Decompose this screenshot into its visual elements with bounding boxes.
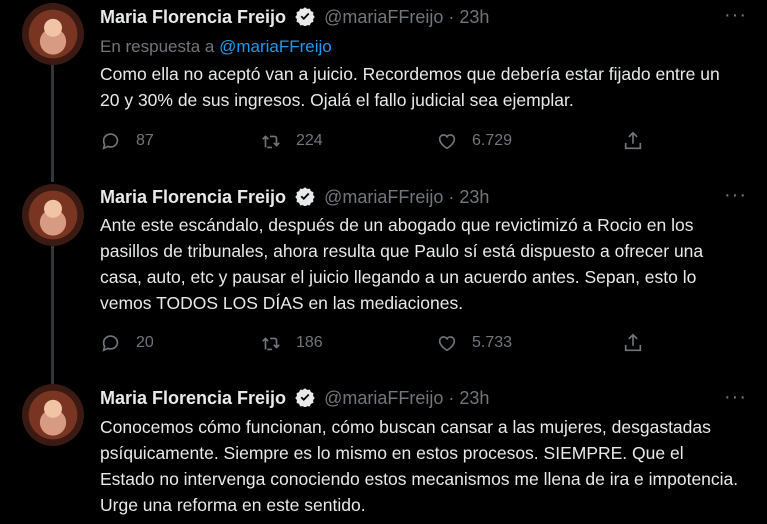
reply-icon — [102, 335, 119, 352]
reply-prefix: En respuesta a — [100, 37, 215, 56]
reply-context: En respuesta a @mariaFFreijo — [100, 37, 332, 57]
share-icon — [624, 333, 642, 352]
avatar[interactable] — [22, 384, 84, 446]
verified-badge-icon — [295, 186, 315, 211]
share-button[interactable] — [622, 130, 658, 152]
handle-timestamp[interactable]: @mariaFFreijo · 23h — [324, 7, 489, 27]
more-options-icon[interactable]: ··· — [724, 386, 747, 409]
handle-timestamp[interactable]: @mariaFFreijo · 23h — [324, 187, 489, 207]
thread-line — [51, 246, 54, 384]
display-name[interactable]: Maria Florencia Freijo — [100, 7, 286, 27]
like-button[interactable]: 6.729 — [436, 130, 512, 152]
retweet-count: 224 — [296, 132, 323, 149]
display-name[interactable]: Maria Florencia Freijo — [100, 187, 286, 207]
share-icon — [624, 131, 642, 150]
reply-handle-link[interactable]: @mariaFFreijo — [219, 37, 332, 56]
thread-line — [51, 64, 54, 182]
reply-icon — [102, 133, 119, 150]
reply-count: 20 — [136, 334, 154, 351]
display-name[interactable]: Maria Florencia Freijo — [100, 388, 286, 408]
handle-timestamp[interactable]: @mariaFFreijo · 23h — [324, 388, 489, 408]
tweet-text: Conocemos cómo funcionan, cómo buscan ca… — [100, 417, 739, 515]
retweet-count: 186 — [296, 334, 323, 351]
retweet-button[interactable]: 186 — [260, 332, 323, 354]
share-button[interactable] — [622, 332, 658, 354]
tweet-header: Maria Florencia Freijo @mariaFFreijo · 2… — [100, 6, 489, 31]
retweet-button[interactable]: 224 — [260, 130, 323, 152]
like-count: 6.729 — [472, 132, 513, 149]
reply-button[interactable]: 87 — [100, 130, 154, 152]
like-button[interactable]: 5.733 — [436, 332, 512, 354]
tweet-actions: 87 224 6.729 — [100, 130, 660, 154]
tweet-header: Maria Florencia Freijo @mariaFFreijo · 2… — [100, 387, 489, 412]
retweet-icon — [262, 135, 280, 149]
retweet-icon — [262, 337, 280, 351]
heart-icon — [438, 134, 456, 150]
tweet-actions: 20 186 5.733 — [100, 332, 660, 356]
tweet-text: Como ella no aceptó van a juicio. Record… — [100, 64, 720, 110]
like-count: 5.733 — [472, 334, 513, 351]
verified-badge-icon — [295, 6, 315, 31]
verified-badge-icon — [295, 387, 315, 412]
avatar[interactable] — [22, 3, 84, 65]
avatar[interactable] — [22, 184, 84, 246]
tweet-header: Maria Florencia Freijo @mariaFFreijo · 2… — [100, 186, 489, 211]
reply-count: 87 — [136, 132, 154, 149]
tweet-text: Ante este escándalo, después de un aboga… — [100, 215, 704, 313]
heart-icon — [438, 336, 456, 352]
more-options-icon[interactable]: ··· — [724, 4, 747, 27]
reply-button[interactable]: 20 — [100, 332, 154, 354]
more-options-icon[interactable]: ··· — [724, 184, 747, 207]
